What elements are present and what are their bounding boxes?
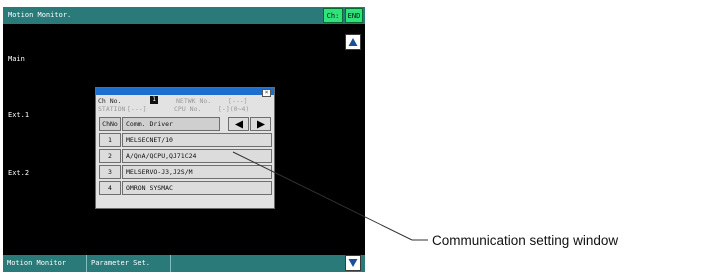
- annotation-label: Communication setting window: [432, 233, 619, 248]
